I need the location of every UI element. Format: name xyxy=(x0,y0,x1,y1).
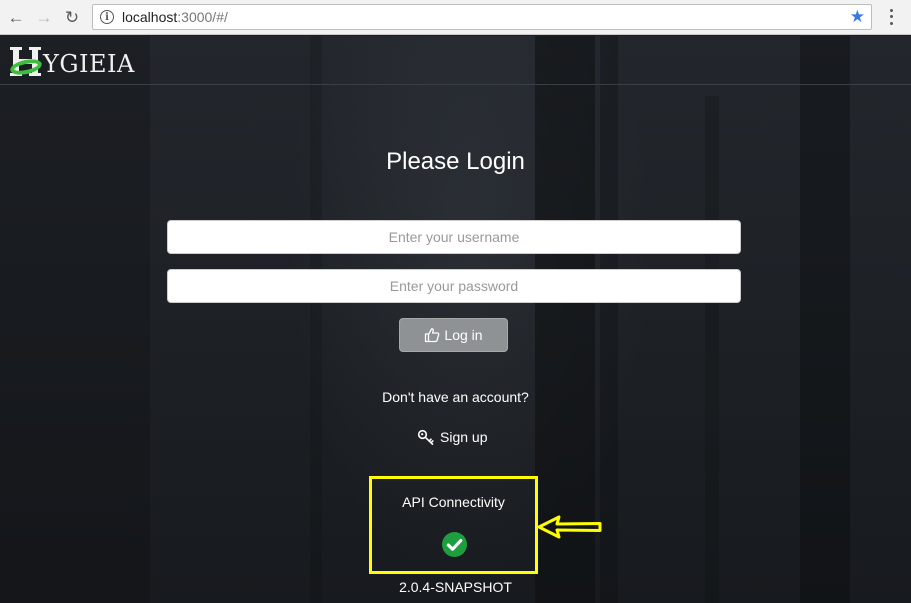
reload-button[interactable]: ↻ xyxy=(61,6,83,28)
back-button[interactable]: ← xyxy=(5,6,27,28)
arrow-right-icon: → xyxy=(35,7,53,27)
page-title: Please Login xyxy=(386,148,525,175)
api-connectivity-label: API Connectivity xyxy=(402,494,505,510)
password-input[interactable] xyxy=(167,269,741,303)
key-icon xyxy=(417,429,434,445)
api-connectivity-box: API Connectivity xyxy=(369,476,538,574)
no-account-text: Don't have an account? xyxy=(382,389,529,405)
forward-button[interactable]: → xyxy=(33,6,55,28)
version-text: 2.0.4-SNAPSHOT xyxy=(399,579,512,595)
url-path: :3000/#/ xyxy=(177,9,228,25)
background-tree xyxy=(0,36,150,603)
login-button-label: Log in xyxy=(444,327,483,343)
background-tree xyxy=(310,36,322,603)
url-host: localhost xyxy=(122,9,178,25)
thumbs-up-icon xyxy=(425,328,440,343)
background-tree xyxy=(800,36,850,603)
logo-mark xyxy=(8,46,44,78)
username-input[interactable] xyxy=(167,220,741,254)
arrow-left-outline-icon xyxy=(537,515,602,539)
logo-text: YGIEIA xyxy=(43,50,135,78)
reload-icon: ↻ xyxy=(64,7,80,27)
login-page: YGIEIA Please Login Log in Don't have an… xyxy=(0,36,911,603)
url-text[interactable]: localhost:3000/#/ xyxy=(122,9,228,25)
kebab-menu-icon[interactable] xyxy=(884,7,898,27)
hygieia-logo[interactable]: YGIEIA xyxy=(8,44,135,78)
info-icon[interactable]: i xyxy=(100,10,114,24)
star-icon[interactable]: ★ xyxy=(850,7,865,27)
login-button[interactable]: Log in xyxy=(399,318,508,352)
app-header: YGIEIA xyxy=(0,36,911,85)
browser-toolbar: ← → ↻ i localhost:3000/#/ ★ xyxy=(0,0,911,35)
check-circle-icon xyxy=(442,532,467,557)
signup-link[interactable]: Sign up xyxy=(417,428,487,446)
address-bar[interactable]: i localhost:3000/#/ ★ xyxy=(92,4,872,30)
signup-label: Sign up xyxy=(440,429,488,445)
arrow-left-icon: ← xyxy=(7,7,25,27)
